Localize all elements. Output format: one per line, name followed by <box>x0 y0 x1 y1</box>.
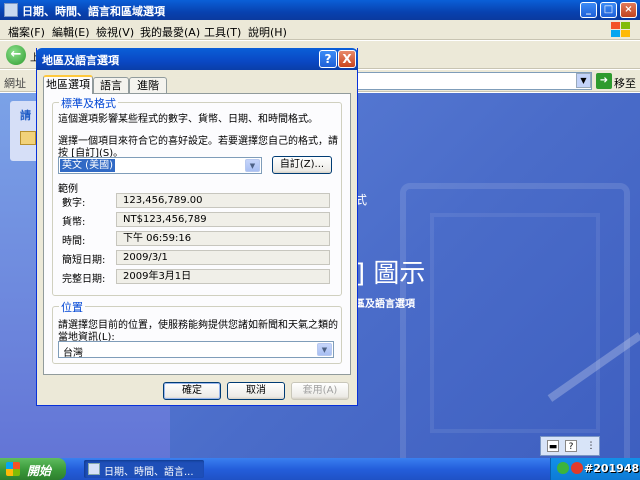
chevron-down-icon[interactable]: ▼ <box>245 159 260 172</box>
taskbar: 開始 日期、時間、語言... #201948 <box>0 458 640 480</box>
control-panel-icon <box>88 463 100 475</box>
sample-number-value: 123,456,789.00 <box>116 193 330 208</box>
apply-button[interactable]: 套用(A) <box>291 382 349 400</box>
location-select[interactable]: 台灣 ▼ <box>58 341 334 359</box>
taskbar-item-label: 日期、時間、語言... <box>104 467 194 478</box>
sample-long-date-value: 2009年3月1日 <box>116 269 330 284</box>
sample-currency-value: NT$123,456,789 <box>116 212 330 227</box>
address-dropdown-icon[interactable]: ▼ <box>576 73 591 88</box>
watermark-stamp: #201948 <box>584 462 640 475</box>
regional-options-link[interactable]: 區及語言選項 <box>355 295 415 310</box>
location-selected-value: 台灣 <box>63 348 83 359</box>
menu-file[interactable]: 檔案(F) <box>8 24 45 40</box>
sample-long-date-label: 完整日期: <box>62 274 106 285</box>
address-label: 網址 <box>4 77 26 90</box>
back-arrow-icon[interactable]: ← <box>6 45 26 65</box>
task-pane-title: 請 <box>20 109 31 122</box>
windows-flag-icon <box>6 462 20 476</box>
tab-languages[interactable]: 語言 <box>93 77 129 93</box>
menu-edit[interactable]: 編輯(E) <box>52 24 90 40</box>
format-select[interactable]: 英文 (美國) ▼ <box>58 157 262 174</box>
language-bar[interactable]: ▬ ? ⋮ <box>540 436 600 456</box>
standards-group-title: 標準及格式 <box>59 95 118 111</box>
start-button[interactable]: 開始 <box>0 458 66 480</box>
sample-short-date-label: 簡短日期: <box>62 255 106 266</box>
tab-advanced[interactable]: 進階 <box>129 77 167 93</box>
cancel-button[interactable]: 取消 <box>227 382 285 400</box>
security-icon[interactable] <box>571 462 583 474</box>
tab-panel: 標準及格式 這個選項影響某些程式的數字、貨幣、日期、和時間格式。 選擇一個項目來… <box>43 93 351 375</box>
sample-currency-label: 貨幣: <box>62 217 86 228</box>
dialog-help-button[interactable]: ? <box>319 50 337 68</box>
format-selected-value: 英文 (美國) <box>60 159 115 172</box>
menu-favorites[interactable]: 我的最愛(A) <box>140 24 200 40</box>
location-group-title: 位置 <box>59 299 85 315</box>
language-bar-options-icon[interactable]: ⋮ <box>585 440 597 452</box>
start-label: 開始 <box>27 464 52 478</box>
menu-view[interactable]: 檢視(V) <box>96 24 134 40</box>
help-icon[interactable]: ? <box>565 440 577 452</box>
sample-time-value: 下午 06:59:16 <box>116 231 330 246</box>
dialog-titlebar: 地區及語言選項 ? X <box>36 48 358 70</box>
dialog-close-button[interactable]: X <box>338 50 356 68</box>
chevron-down-icon[interactable]: ▼ <box>317 343 332 356</box>
sample-time-label: 時間: <box>62 236 86 247</box>
minimize-button[interactable]: _ <box>580 2 597 18</box>
folder-icon <box>20 131 36 145</box>
samples-heading: 範例 <box>58 184 78 195</box>
menu-help[interactable]: 說明(H) <box>248 24 287 40</box>
menu-tools[interactable]: 工具(T) <box>204 24 241 40</box>
maximize-button[interactable]: □ <box>600 2 617 18</box>
window-titlebar: 日期、時間、語言和區域選項 _ □ × <box>0 0 640 20</box>
network-icon[interactable] <box>557 462 569 474</box>
sample-short-date-value: 2009/3/1 <box>116 250 330 265</box>
menu-bar: 檔案(F) 編輯(E) 檢視(V) 我的最愛(A) 工具(T) 說明(H) <box>0 20 640 40</box>
keyboard-icon[interactable]: ▬ <box>547 440 559 452</box>
window-title: 日期、時間、語言和區域選項 <box>22 5 165 18</box>
tab-regional-options[interactable]: 地區選項 <box>43 75 93 94</box>
taskbar-item-control-panel[interactable]: 日期、時間、語言... <box>84 460 204 478</box>
standards-description: 這個選項影響某些程式的數字、貨幣、日期、和時間格式。 <box>58 114 318 125</box>
window-close-button[interactable]: × <box>620 2 637 18</box>
windows-logo-icon <box>611 22 630 37</box>
dialog-title: 地區及語言選項 <box>42 54 119 67</box>
ok-button[interactable]: 確定 <box>163 382 221 400</box>
regional-language-options-dialog: 地區及語言選項 ? X 地區選項 語言 進階 標準及格式 這個選項影響某些程式的… <box>36 48 358 406</box>
control-panel-icon <box>4 3 18 17</box>
sample-number-label: 數字: <box>62 198 86 209</box>
category-heading: ] 圖示 <box>355 259 426 289</box>
go-label[interactable]: 移至 <box>614 75 636 91</box>
go-arrow-icon[interactable]: ➜ <box>596 73 612 89</box>
customize-button[interactable]: 自訂(Z)... <box>272 156 332 174</box>
